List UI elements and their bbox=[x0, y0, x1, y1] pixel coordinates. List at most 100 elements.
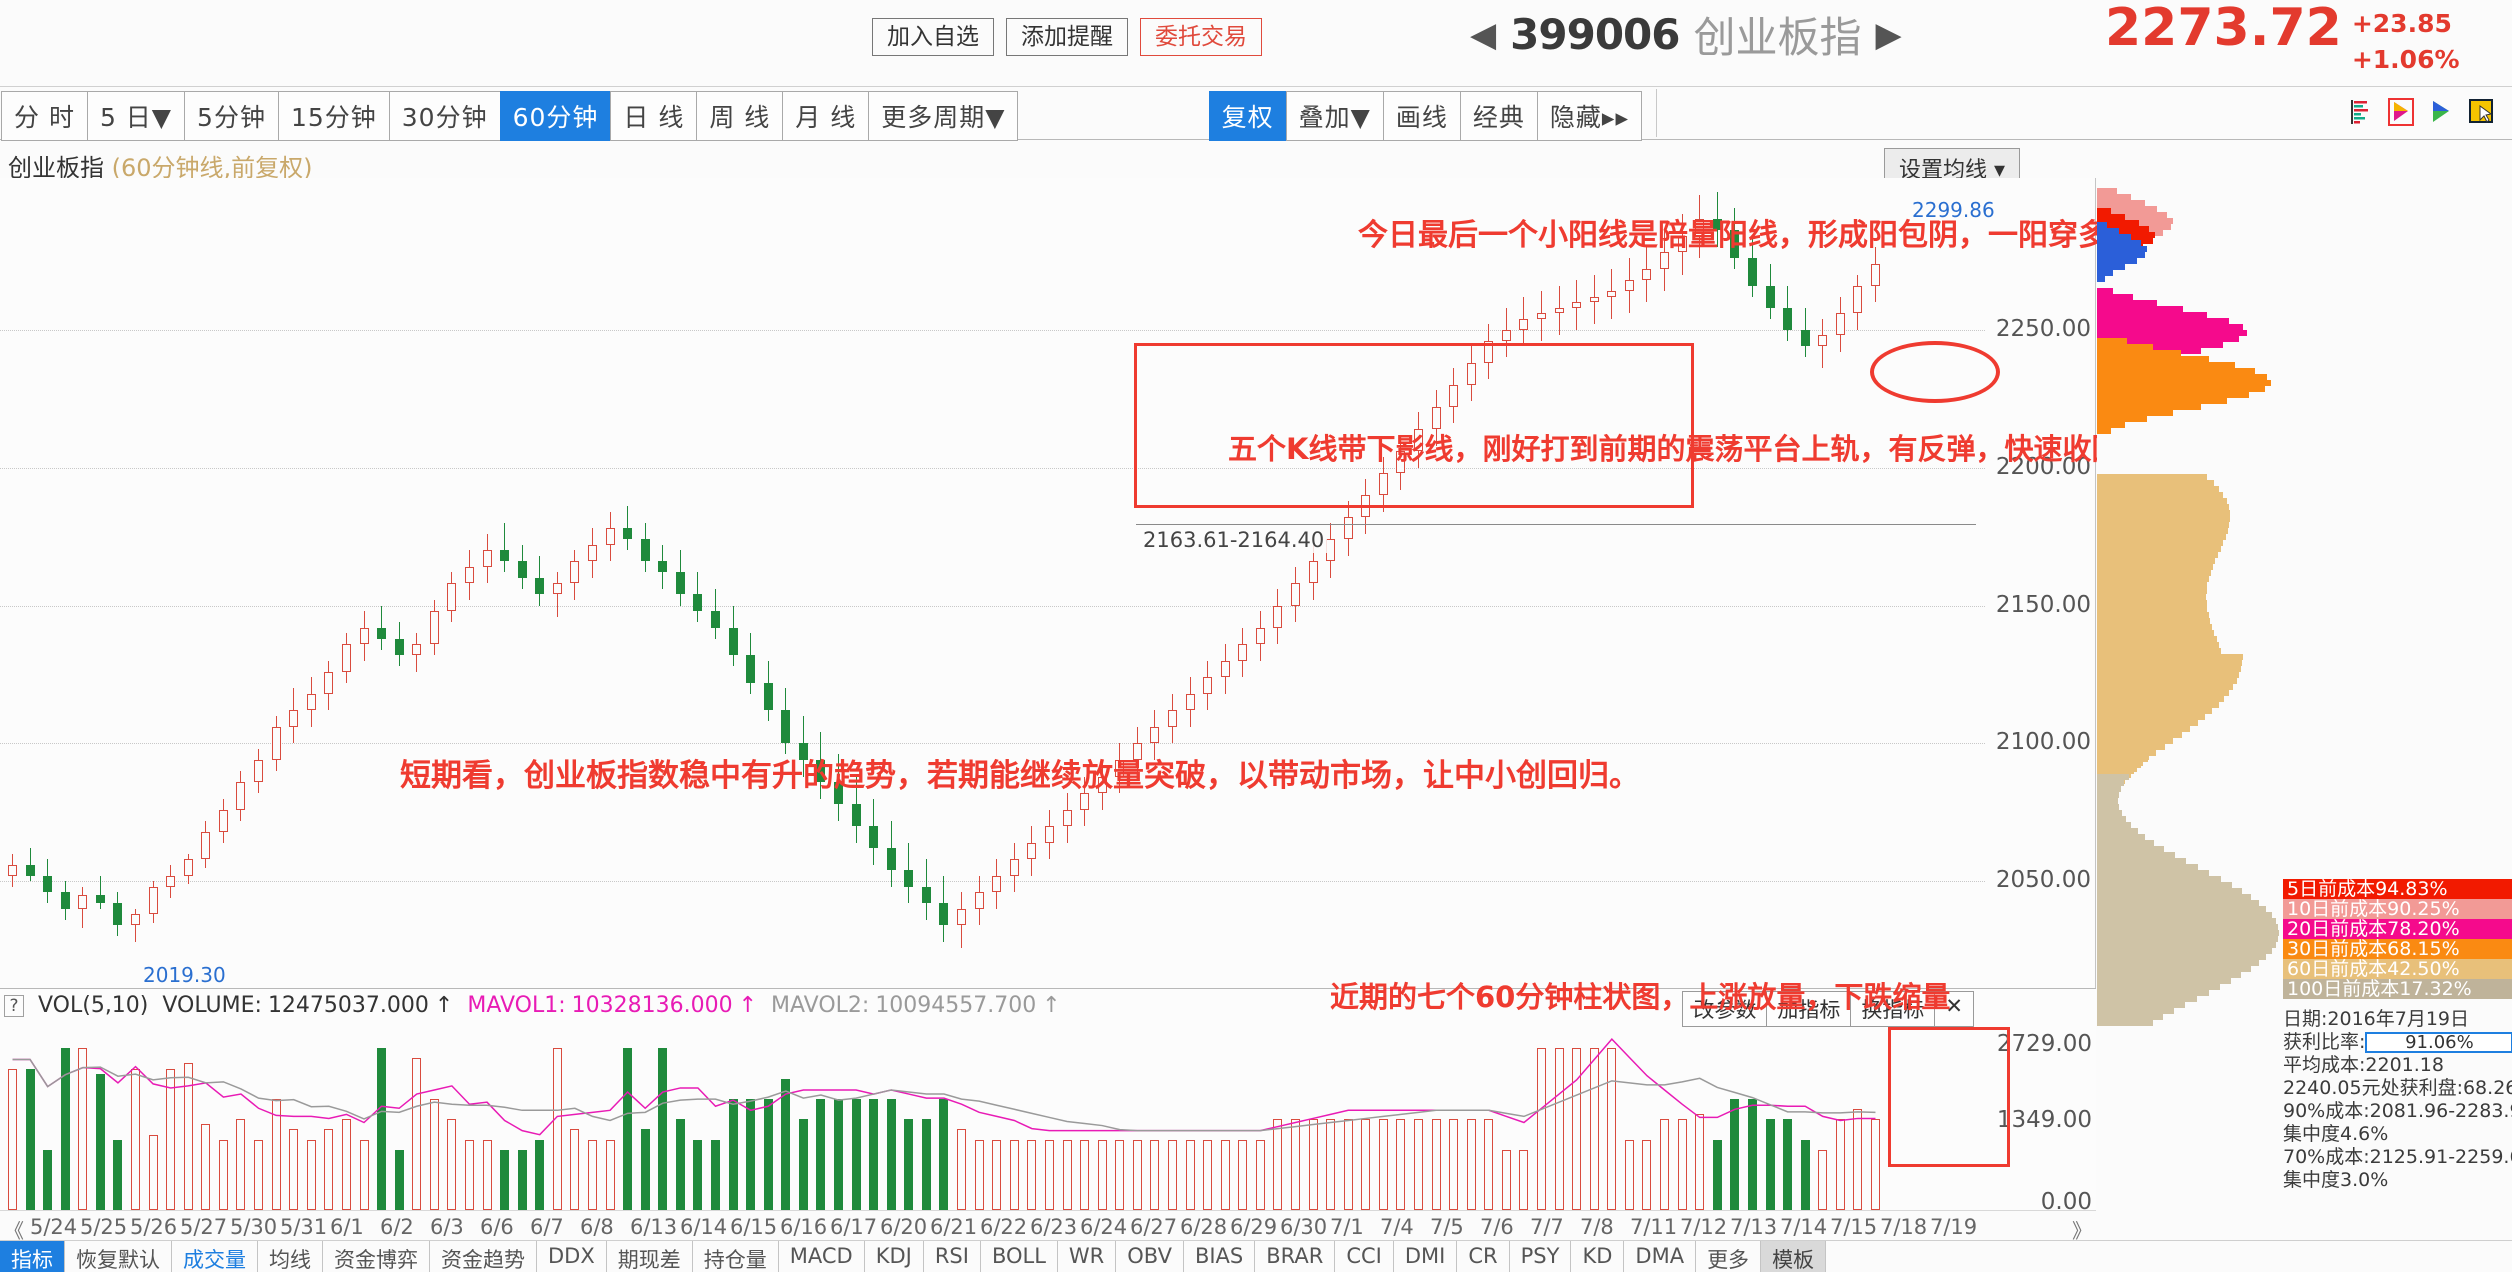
candle-body bbox=[78, 895, 88, 909]
indicator-tab-7[interactable]: 期现差 bbox=[607, 1241, 693, 1272]
candlestick bbox=[1203, 178, 1213, 966]
profit-ratio-label: 获利比率: bbox=[2283, 1031, 2366, 1053]
date-tick-label: 7/13 bbox=[1730, 1215, 1778, 1239]
candlestick bbox=[1835, 178, 1845, 966]
candlestick bbox=[1044, 178, 1054, 966]
period-button-8[interactable]: 月 线 bbox=[782, 91, 870, 141]
indicator-tab-14[interactable]: OBV bbox=[1116, 1241, 1184, 1272]
main-price-chart[interactable]: 2250.00 2200.00 2150.00 2100.00 2050.00 今日最后… bbox=[0, 178, 2138, 988]
indicator-tab-1[interactable]: 恢复默认 bbox=[65, 1241, 172, 1272]
indicator-tab-8[interactable]: 持仓量 bbox=[693, 1241, 779, 1272]
indicator-tab-2[interactable]: 成交量 bbox=[172, 1241, 258, 1272]
flag-pink-icon[interactable] bbox=[2388, 97, 2414, 127]
candlestick bbox=[658, 178, 668, 966]
date-tick-label: 7/7 bbox=[1530, 1215, 1564, 1239]
next-symbol-icon[interactable]: ▶ bbox=[1876, 18, 1902, 52]
period-button-1[interactable]: 5 日▼ bbox=[86, 91, 186, 141]
indicator-tab-15[interactable]: BIAS bbox=[1184, 1241, 1256, 1272]
period-button-6[interactable]: 日 线 bbox=[610, 91, 698, 141]
prev-symbol-icon[interactable]: ◀ bbox=[1470, 18, 1496, 52]
candle-body bbox=[394, 638, 404, 656]
indicator-tab-17[interactable]: CCI bbox=[1335, 1241, 1394, 1272]
chart-option-button-4[interactable]: 隐藏▸▸ bbox=[1536, 91, 1642, 141]
candle-body bbox=[324, 671, 334, 694]
cost-70-range: 70%成本:2125.91-2259.65 bbox=[2283, 1146, 2512, 1168]
candle-body bbox=[851, 804, 861, 827]
indicator-tab-0[interactable]: 指标 bbox=[0, 1241, 65, 1272]
period-button-3[interactable]: 15分钟 bbox=[277, 91, 390, 141]
date-tick-label: 6/7 bbox=[530, 1215, 564, 1239]
period-button-2[interactable]: 5分钟 bbox=[184, 91, 279, 141]
indicator-tab-11[interactable]: RSI bbox=[924, 1241, 981, 1272]
chart-option-button-3[interactable]: 经典 bbox=[1459, 91, 1538, 141]
indicator-tab-3[interactable]: 均线 bbox=[258, 1241, 323, 1272]
period-button-7[interactable]: 周 线 bbox=[696, 91, 784, 141]
indicator-tab-18[interactable]: DMI bbox=[1394, 1241, 1458, 1272]
trade-order-button[interactable]: 委托交易 bbox=[1140, 18, 1262, 57]
indicator-tab-19[interactable]: CR bbox=[1457, 1241, 1510, 1272]
period-button-0[interactable]: 分 时 bbox=[1, 91, 88, 141]
flag-green-icon[interactable] bbox=[2428, 97, 2454, 127]
candlestick bbox=[500, 178, 510, 966]
indicator-tab-12[interactable]: BOLL bbox=[981, 1241, 1058, 1272]
candle-body bbox=[1607, 291, 1617, 297]
indicator-tab-5[interactable]: 资金趋势 bbox=[430, 1241, 537, 1272]
chart-option-button-2[interactable]: 画线 bbox=[1382, 91, 1461, 141]
mavol2-arrow-icon: ↑ bbox=[1042, 993, 1061, 1018]
period-button-5[interactable]: 60分钟 bbox=[499, 91, 612, 141]
date-axis: 《 》 5/24 5/25 5/26 5/27 5/30 5/31 6/1 6/2 6/3 6/6… bbox=[0, 1210, 2096, 1243]
bar-levels-icon[interactable] bbox=[2348, 97, 2374, 127]
candle-body bbox=[1343, 517, 1353, 540]
date-tick-label: 6/14 bbox=[680, 1215, 728, 1239]
date-tick-label: 6/16 bbox=[780, 1215, 828, 1239]
indicator-tab-21[interactable]: KD bbox=[1571, 1241, 1625, 1272]
candlestick bbox=[271, 178, 281, 966]
candlestick-plot[interactable] bbox=[0, 178, 1985, 966]
date-tick-label: 7/4 bbox=[1380, 1215, 1414, 1239]
chip-row bbox=[2097, 1020, 2153, 1026]
add-alert-button[interactable]: 添加提醒 bbox=[1006, 18, 1128, 57]
help-icon[interactable]: ? bbox=[4, 994, 24, 1017]
date-tick-label: 6/20 bbox=[880, 1215, 928, 1239]
date-tick-label: 5/31 bbox=[280, 1215, 328, 1239]
date-tick-label: 6/3 bbox=[430, 1215, 464, 1239]
chart-option-button-0[interactable]: 复权 bbox=[1208, 91, 1287, 141]
candle-body bbox=[781, 710, 791, 744]
indicator-tab-24[interactable]: 模板 bbox=[1761, 1241, 1827, 1272]
range-price-tag: 2163.61-2164.40 bbox=[1140, 527, 1328, 553]
indicator-tab-20[interactable]: PSY bbox=[1510, 1241, 1572, 1272]
period-button-9[interactable]: 更多周期▼ bbox=[868, 91, 1019, 141]
profit-ratio-bar: 91.06% bbox=[2365, 1032, 2512, 1053]
indicator-tab-13[interactable]: WR bbox=[1058, 1241, 1117, 1272]
chart-option-button-1[interactable]: 叠加▼ bbox=[1285, 91, 1384, 141]
indicator-tab-9[interactable]: MACD bbox=[779, 1241, 865, 1272]
trading-app: 加入自选 添加提醒 委托交易 ◀ 399006 创业板指 ▶ 2273.72 +… bbox=[0, 0, 2512, 1272]
chip-distribution-panel: 5日前成本94.83% 10日前成本90.25% 20日前成本78.20% 30日前成… bbox=[2097, 178, 2512, 1210]
volume-bars-plot[interactable] bbox=[0, 1029, 1986, 1210]
indicator-tab-22[interactable]: DMA bbox=[1624, 1241, 1697, 1272]
candlestick bbox=[939, 178, 949, 966]
volume-panel[interactable]: ? VOL(5,10) VOLUME: 12475037.000 ↑ MAVOL… bbox=[0, 980, 2096, 1215]
candle-body bbox=[341, 644, 351, 672]
candlestick bbox=[1765, 178, 1775, 966]
date-tick-label: 5/25 bbox=[80, 1215, 128, 1239]
candle-body bbox=[218, 809, 228, 832]
candlestick bbox=[1712, 178, 1722, 966]
candle-body bbox=[113, 903, 123, 926]
candlestick bbox=[1378, 178, 1388, 966]
indicator-tab-4[interactable]: 资金博弈 bbox=[323, 1241, 430, 1272]
symbol-name: 创业板指 bbox=[1693, 13, 1862, 62]
add-to-watchlist-button[interactable]: 加入自选 bbox=[872, 18, 994, 57]
annotation-top: 今日最后一个小阳线是陪量阳线，形成阳包阴，一阳穿多阴 bbox=[1358, 218, 2138, 253]
period-button-4[interactable]: 30分钟 bbox=[388, 91, 501, 141]
average-cost: 平均成本:2201.18 bbox=[2283, 1054, 2444, 1076]
candlestick bbox=[1870, 178, 1880, 966]
indicator-tab-23[interactable]: 更多 bbox=[1696, 1241, 1762, 1272]
candle-body bbox=[587, 544, 597, 562]
candle-body bbox=[236, 782, 246, 810]
indicator-tab-10[interactable]: KDJ bbox=[865, 1241, 924, 1272]
date-tick-label: 7/6 bbox=[1480, 1215, 1514, 1239]
indicator-tab-6[interactable]: DDX bbox=[537, 1241, 607, 1272]
indicator-tab-16[interactable]: BRAR bbox=[1255, 1241, 1336, 1272]
pointer-window-icon[interactable] bbox=[2468, 97, 2494, 127]
